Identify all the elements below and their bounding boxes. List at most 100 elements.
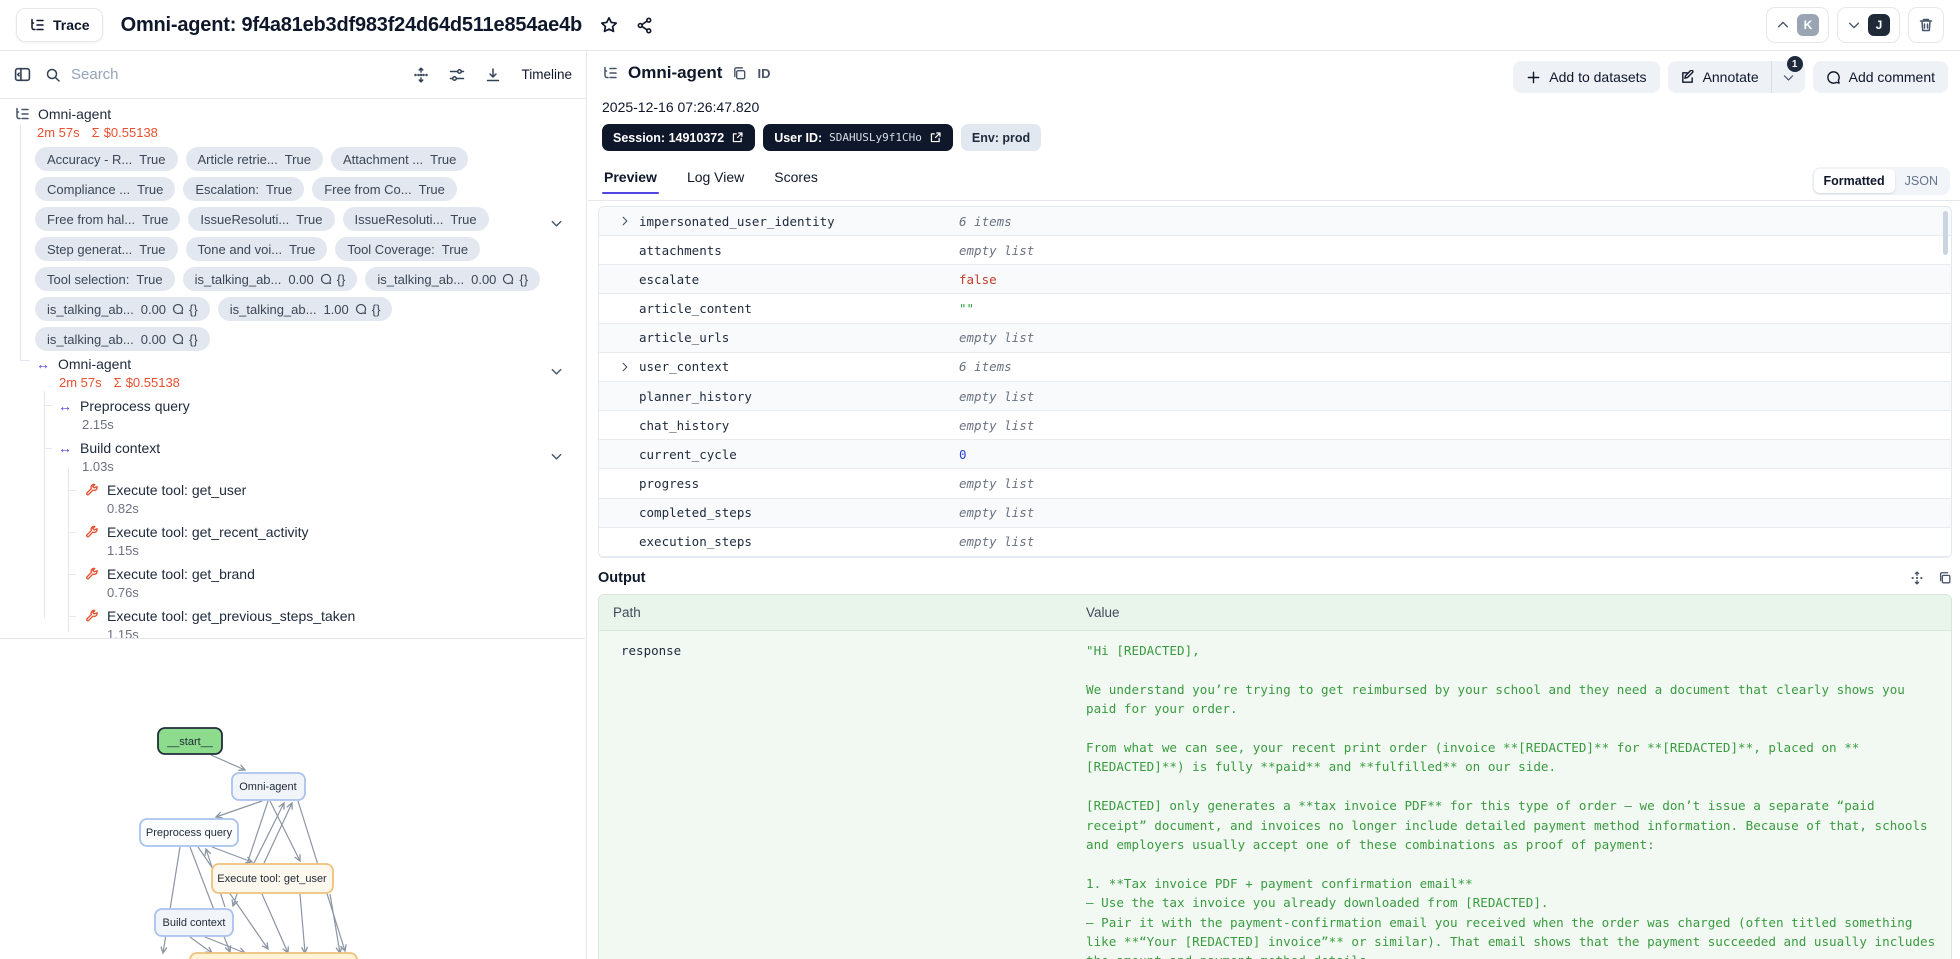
output-heading: Output	[598, 569, 646, 586]
tree-node-span[interactable]: ↔ Build context	[0, 439, 586, 457]
row-key: impersonated_user_identity	[639, 213, 835, 229]
score-badge[interactable]: Escalation: True	[183, 177, 305, 201]
sidebar-toolbar: Timeline	[0, 51, 586, 99]
collapse-chevron-icon[interactable]	[549, 216, 564, 231]
score-badge[interactable]: Free from hal... True	[35, 207, 181, 231]
row-key: escalate	[639, 271, 700, 287]
annotate-button[interactable]: Annotate	[1668, 61, 1771, 93]
row-value: empty list	[959, 417, 1035, 433]
score-badge[interactable]: Tone and voi... True	[185, 237, 328, 261]
table-row: planner_history empty list	[599, 381, 1951, 412]
chevron-down-icon	[1783, 74, 1793, 81]
tree-node-span[interactable]: ↔ Preprocess query	[0, 397, 586, 415]
collapse-chevron-icon[interactable]	[549, 449, 564, 464]
graph-node-agent[interactable]: Omni-agent	[231, 772, 306, 801]
unfold-all-icon[interactable]	[413, 66, 429, 83]
score-badge[interactable]: Attachment ... True	[330, 147, 469, 171]
span-type-icon: ↔	[58, 398, 72, 414]
row-key: attachments	[639, 242, 722, 258]
timeline-toggle[interactable]: Timeline	[521, 67, 572, 82]
score-badge[interactable]: Tool Coverage: True	[335, 237, 481, 261]
node-duration: 0.82s	[107, 500, 139, 516]
tab-log-view[interactable]: Log View	[687, 169, 744, 194]
share-icon[interactable]	[636, 16, 653, 34]
search-input[interactable]	[71, 66, 301, 83]
score-badge[interactable]: Compliance ... True	[35, 177, 176, 201]
detail-tabs: Preview Log View Scores	[588, 163, 1960, 201]
span-type-icon: ↔	[36, 356, 50, 372]
tree-node-tool[interactable]: Execute tool: get_user	[0, 481, 586, 499]
row-key: current_cycle	[639, 446, 737, 462]
score-badge[interactable]: is_talking_ab... 0.00{}	[35, 327, 210, 351]
copy-output-icon[interactable]	[1938, 571, 1952, 585]
expand-section-icon[interactable]	[1910, 571, 1924, 585]
score-badge[interactable]: IssueResoluti... True	[342, 207, 489, 231]
graph-node-partial[interactable]	[189, 952, 358, 959]
score-badge[interactable]: Tool selection: True	[35, 267, 175, 291]
collapse-panel-icon[interactable]	[14, 66, 31, 83]
trash-icon	[1919, 18, 1933, 32]
score-badge[interactable]: Accuracy - R... True	[35, 147, 178, 171]
filter-sliders-icon[interactable]	[449, 67, 465, 83]
copy-id-icon[interactable]	[732, 66, 747, 81]
table-row: progress empty list	[599, 469, 1951, 499]
table-row: escalate false	[599, 265, 1951, 295]
add-to-datasets-button[interactable]: Add to datasets	[1513, 61, 1660, 93]
score-badge[interactable]: is_talking_ab... 0.00{}	[365, 267, 541, 291]
tab-scores[interactable]: Scores	[774, 169, 818, 194]
download-icon[interactable]	[485, 67, 501, 83]
score-badge[interactable]: is_talking_ab... 0.00{}	[35, 297, 210, 321]
annotation-count-badge: 1	[1786, 56, 1803, 72]
output-row-value: "Hi [REDACTED], We understand you’re try…	[1086, 642, 1936, 959]
add-comment-button[interactable]: Add comment	[1812, 61, 1948, 93]
list-tree-icon	[16, 107, 29, 120]
trace-type-chip[interactable]: Trace	[16, 8, 103, 42]
format-formatted[interactable]: Formatted	[1813, 169, 1895, 193]
score-badge[interactable]: is_talking_ab... 0.00{}	[182, 267, 358, 291]
collapse-chevron-icon[interactable]	[549, 364, 564, 379]
node-name: Execute tool: get_brand	[107, 566, 255, 582]
comment-icon	[173, 303, 184, 315]
tree-node-agent[interactable]: ↔ Omni-agent	[0, 355, 586, 373]
graph-node-start[interactable]: __start__	[157, 727, 223, 755]
graph-node-preprocess[interactable]: Preprocess query	[139, 818, 239, 847]
score-badge[interactable]: is_talking_ab... 1.00{}	[217, 297, 393, 321]
tree-node-tool[interactable]: Execute tool: get_previous_steps_taken	[0, 607, 586, 625]
tree-node-root[interactable]: Omni-agent	[0, 105, 586, 123]
downvote-user-button[interactable]: J	[1837, 7, 1900, 43]
trace-viewer-app: Trace Omni-agent: 9f4a81eb3df983f24d64d5…	[0, 0, 1960, 959]
star-icon[interactable]	[600, 16, 618, 34]
table-row: completed_steps empty list	[599, 498, 1951, 528]
node-metrics: 2m 57s Σ $0.55138	[37, 124, 158, 140]
trace-sidebar: Timeline Omni-agent 2m 57s Σ $0.551	[0, 51, 587, 959]
format-json[interactable]: JSON	[1895, 169, 1948, 193]
score-badge[interactable]: Free from Co... True	[312, 177, 457, 201]
annotate-dropdown[interactable]: 1	[1770, 56, 1805, 93]
session-pill[interactable]: Session: 14910372	[602, 124, 756, 151]
tree-node-tool[interactable]: Execute tool: get_recent_activity	[0, 523, 586, 541]
row-key: progress	[639, 475, 700, 491]
score-badge[interactable]: IssueResoluti... True	[188, 207, 335, 231]
delete-trace-button[interactable]	[1908, 7, 1944, 43]
row-value: 6 items	[959, 359, 1012, 375]
expand-chevron-icon[interactable]	[619, 361, 631, 373]
row-value: empty list	[959, 534, 1035, 550]
tab-preview[interactable]: Preview	[602, 169, 659, 194]
expand-chevron-icon[interactable]	[619, 215, 631, 227]
comment-icon	[355, 303, 366, 315]
scrollbar-thumb[interactable]	[1943, 211, 1948, 255]
svg-text:__start__: __start__	[166, 736, 214, 748]
upvote-user-button[interactable]: K	[1766, 7, 1829, 43]
user-id-pill[interactable]: User ID: SDAHUSLy9f1CHo	[763, 124, 953, 151]
input-table: impersonated_user_identity 6 items attac…	[598, 206, 1952, 558]
id-label[interactable]: ID	[757, 66, 770, 81]
graph-node-get-user[interactable]: Execute tool: get_user	[211, 863, 334, 894]
tree-node-tool[interactable]: Execute tool: get_brand	[0, 565, 586, 583]
node-name: Preprocess query	[80, 398, 190, 414]
trace-title: Omni-agent: 9f4a81eb3df983f24d64d511e854…	[120, 13, 583, 36]
graph-node-build-context[interactable]: Build context	[154, 908, 234, 937]
score-badge[interactable]: Step generat... True	[35, 237, 178, 261]
path-column-header: Path	[613, 604, 641, 620]
score-badge[interactable]: Article retrie... True	[185, 147, 323, 171]
trace-label: Trace	[53, 17, 90, 33]
